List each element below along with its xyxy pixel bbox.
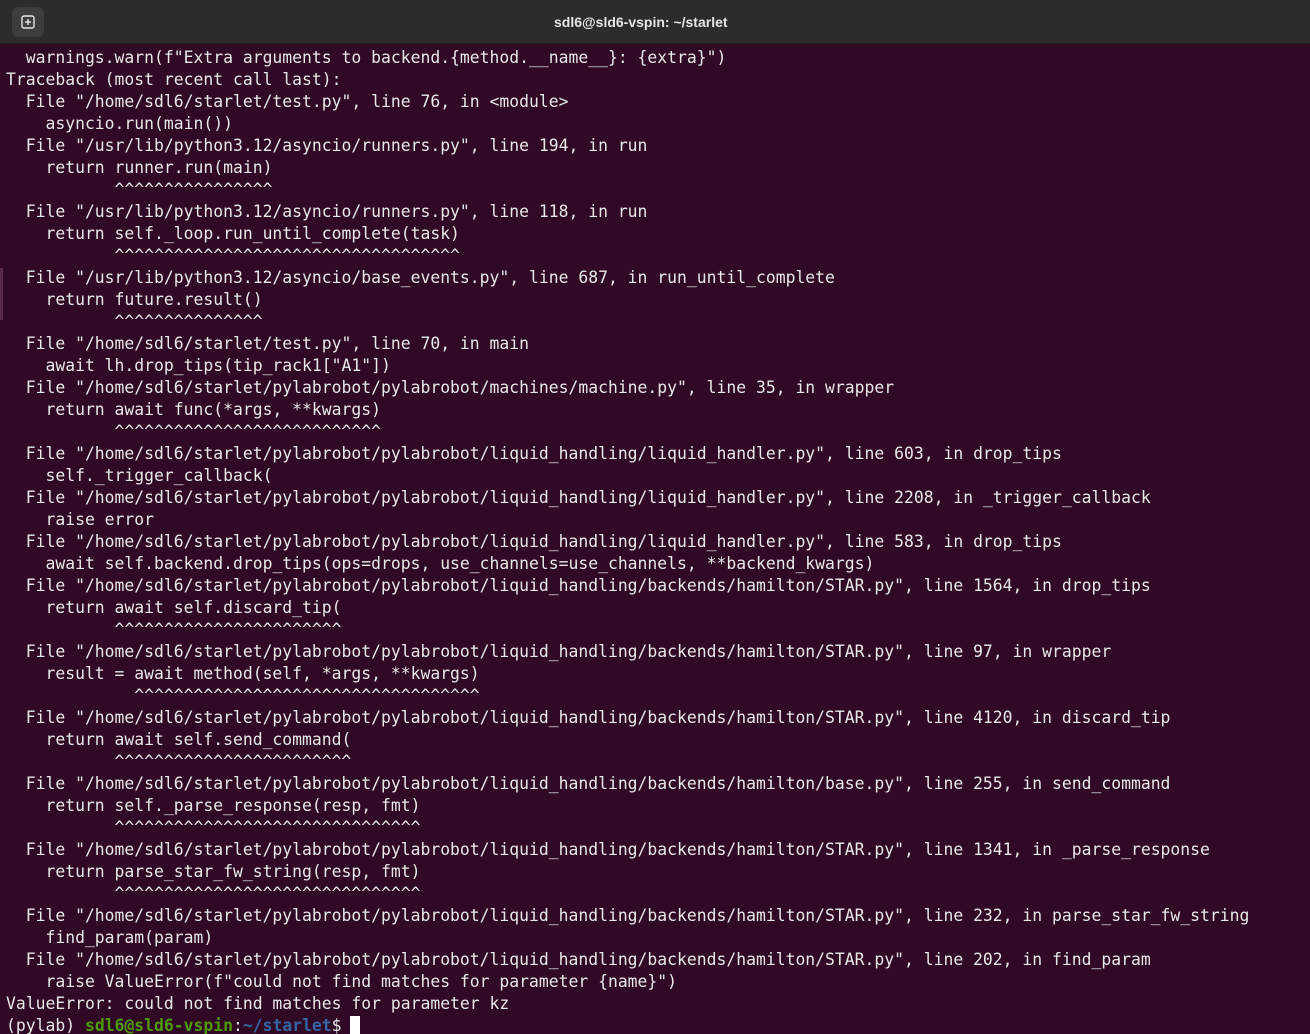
output-line: return await func(*args, **kwargs)	[6, 400, 381, 419]
output-line: ^^^^^^^^^^^^^^^^^^^^^^^^^^^	[6, 422, 381, 441]
output-line: File "/usr/lib/python3.12/asyncio/base_e…	[6, 268, 835, 287]
output-line: return await self.discard_tip(	[6, 598, 342, 617]
output-line: raise ValueError(f"could not find matche…	[6, 972, 678, 991]
output-line: asyncio.run(main())	[6, 114, 233, 133]
output-line: ^^^^^^^^^^^^^^^	[6, 312, 263, 331]
output-line: File "/usr/lib/python3.12/asyncio/runner…	[6, 136, 648, 155]
output-line: File "/home/sdl6/starlet/pylabrobot/pyla…	[6, 444, 1062, 463]
output-line: File "/home/sdl6/starlet/test.py", line …	[6, 334, 530, 353]
title-bar: sdl6@sld6-vspin: ~/starlet	[0, 0, 1310, 44]
terminal-output[interactable]: warnings.warn(f"Extra arguments to backe…	[0, 47, 1310, 1034]
output-line: File "/home/sdl6/starlet/pylabrobot/pyla…	[6, 774, 1171, 793]
terminal-window: sdl6@sld6-vspin: ~/starlet warnings.warn…	[0, 0, 1310, 1034]
output-line: return self._loop.run_until_complete(tas…	[6, 224, 460, 243]
prompt-line[interactable]: (pylab) sdl6@sld6-vspin:~/starlet$	[6, 1015, 1310, 1034]
output-line: self._trigger_callback(	[6, 466, 273, 485]
output-line: await self.backend.drop_tips(ops=drops, …	[6, 554, 875, 573]
output-line: ^^^^^^^^^^^^^^^^^^^^^^^^	[6, 752, 352, 771]
prompt-separator: :	[232, 1016, 243, 1034]
output-line: File "/home/sdl6/starlet/pylabrobot/pyla…	[6, 378, 895, 397]
window-title: sdl6@sld6-vspin: ~/starlet	[554, 14, 728, 30]
prompt-user-host: sdl6@sld6-vspin	[84, 1016, 233, 1034]
output-line: raise error	[6, 510, 155, 529]
output-line: File "/home/sdl6/starlet/pylabrobot/pyla…	[6, 532, 1062, 551]
output-line: ValueError: could not find matches for p…	[6, 994, 510, 1013]
output-line: return parse_star_fw_string(resp, fmt)	[6, 862, 421, 881]
output-line: ^^^^^^^^^^^^^^^^^^^^^^^^^^^^^^^^^^^	[6, 686, 480, 705]
scroll-marker	[0, 268, 3, 320]
output-line: return self._parse_response(resp, fmt)	[6, 796, 421, 815]
output-line: File "/usr/lib/python3.12/asyncio/runner…	[6, 202, 648, 221]
output-line: ^^^^^^^^^^^^^^^^	[6, 180, 273, 199]
prompt-path: ~/starlet	[242, 1016, 332, 1034]
output-line: File "/home/sdl6/starlet/pylabrobot/pyla…	[6, 906, 1250, 925]
output-lines: warnings.warn(f"Extra arguments to backe…	[6, 47, 1310, 1015]
output-line: File "/home/sdl6/starlet/pylabrobot/pyla…	[6, 576, 1151, 595]
output-line: File "/home/sdl6/starlet/pylabrobot/pyla…	[6, 642, 1112, 661]
output-line: File "/home/sdl6/starlet/test.py", line …	[6, 92, 569, 111]
output-line: ^^^^^^^^^^^^^^^^^^^^^^^^^^^^^^^	[6, 818, 421, 837]
output-line: File "/home/sdl6/starlet/pylabrobot/pyla…	[6, 950, 1151, 969]
output-line: await lh.drop_tips(tip_rack1["A1"])	[6, 356, 391, 375]
output-line: warnings.warn(f"Extra arguments to backe…	[6, 48, 727, 67]
output-line: ^^^^^^^^^^^^^^^^^^^^^^^	[6, 620, 342, 639]
output-line: ^^^^^^^^^^^^^^^^^^^^^^^^^^^^^^^	[6, 884, 421, 903]
output-line: find_param(param)	[6, 928, 214, 947]
text-cursor	[349, 1016, 360, 1034]
output-line: File "/home/sdl6/starlet/pylabrobot/pyla…	[6, 488, 1151, 507]
prompt-symbol: $	[331, 1016, 342, 1034]
output-line: File "/home/sdl6/starlet/pylabrobot/pyla…	[6, 708, 1171, 727]
output-line: Traceback (most recent call last):	[6, 70, 342, 89]
output-line: ^^^^^^^^^^^^^^^^^^^^^^^^^^^^^^^^^^^	[6, 246, 460, 265]
prompt-env: (pylab)	[6, 1016, 85, 1034]
output-line: File "/home/sdl6/starlet/pylabrobot/pyla…	[6, 840, 1210, 859]
output-line: return await self.send_command(	[6, 730, 352, 749]
output-line: result = await method(self, *args, **kwa…	[6, 664, 480, 683]
output-line: return runner.run(main)	[6, 158, 273, 177]
output-line: return future.result()	[6, 290, 263, 309]
